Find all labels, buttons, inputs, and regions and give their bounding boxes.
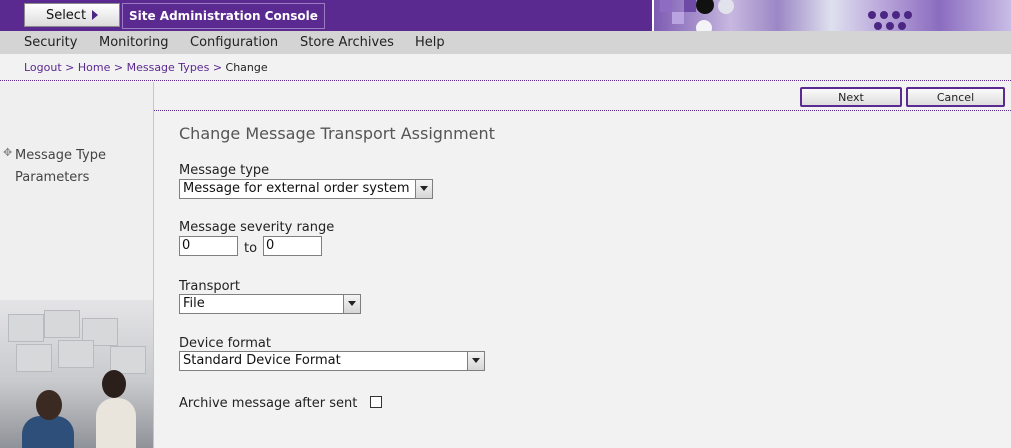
sidebar-photo	[0, 300, 153, 448]
expand-icon: ✥	[3, 146, 13, 159]
message-type-value: Message for external order system	[183, 181, 410, 196]
menu-item-security[interactable]: Security	[24, 35, 77, 50]
transport-value: File	[183, 296, 205, 311]
breadcrumb-current: Change	[225, 61, 268, 74]
device-format-select[interactable]: Standard Device Format	[179, 351, 485, 371]
photo-box	[44, 310, 80, 338]
banner-tile	[684, 0, 696, 12]
device-format-label: Device format	[179, 336, 271, 351]
archive-label: Archive message after sent	[179, 396, 358, 411]
banner-circle	[892, 11, 900, 19]
breadcrumb-separator: >	[65, 61, 75, 74]
banner-circle	[880, 11, 888, 19]
photo-box	[8, 314, 44, 342]
severity-range-label: Message severity range	[179, 220, 335, 235]
menu-item-help[interactable]: Help	[415, 35, 445, 50]
cancel-button[interactable]: Cancel	[906, 87, 1005, 107]
menu-item-configuration[interactable]: Configuration	[190, 35, 278, 50]
archive-checkbox[interactable]	[370, 396, 382, 408]
next-button[interactable]: Next	[800, 87, 902, 107]
transport-select[interactable]: File	[179, 294, 361, 314]
device-format-value: Standard Device Format	[183, 353, 341, 368]
photo-box	[58, 340, 94, 368]
photo-person	[96, 398, 136, 448]
banner-circle	[696, 0, 714, 14]
photo-box	[16, 344, 52, 372]
chevron-down-icon[interactable]	[343, 295, 360, 313]
toolbar-divider	[153, 110, 1011, 111]
breadcrumb-separator: >	[212, 61, 223, 74]
top-banner: Select Site Administration Console	[0, 0, 1011, 31]
breadcrumb: Logout > Home > Message Types > Change	[24, 61, 268, 74]
breadcrumb-divider	[0, 80, 1011, 81]
message-type-label: Message type	[179, 163, 270, 178]
breadcrumb-separator: >	[113, 61, 124, 74]
chevron-down-icon[interactable]	[415, 180, 432, 198]
menu-item-store-archives[interactable]: Store Archives	[300, 35, 394, 50]
triangle-right-icon	[92, 10, 99, 20]
photo-person-head	[102, 370, 126, 398]
banner-tile	[660, 0, 672, 12]
banner-circle	[718, 0, 734, 14]
transport-label: Transport	[179, 279, 241, 294]
banner-circle	[898, 22, 906, 30]
banner-tile	[672, 12, 684, 24]
photo-person	[22, 416, 74, 448]
page-title: Change Message Transport Assignment	[179, 124, 495, 143]
banner-graphic	[652, 0, 1011, 31]
breadcrumb-message-types[interactable]: Message Types	[127, 61, 210, 74]
message-type-select[interactable]: Message for external order system	[179, 179, 433, 199]
chevron-down-icon[interactable]	[467, 352, 484, 370]
select-button[interactable]: Select	[24, 3, 120, 27]
banner-circle	[868, 11, 876, 19]
severity-to-input[interactable]: 0	[263, 236, 322, 256]
menu-bar: Security Monitoring Configuration Store …	[0, 31, 1011, 54]
breadcrumb-logout[interactable]: Logout	[24, 61, 62, 74]
banner-separator	[652, 0, 654, 31]
console-title: Site Administration Console	[122, 3, 325, 29]
breadcrumb-home[interactable]: Home	[78, 61, 110, 74]
banner-circle	[886, 22, 894, 30]
select-button-label: Select	[45, 7, 87, 23]
photo-person-head	[36, 390, 62, 420]
banner-circle	[696, 20, 712, 31]
banner-circle	[904, 11, 912, 19]
severity-from-input[interactable]: 0	[179, 236, 238, 256]
menu-item-monitoring[interactable]: Monitoring	[99, 35, 169, 50]
sidebar-item-parameters[interactable]: Parameters	[15, 170, 89, 185]
severity-to-label: to	[244, 241, 258, 256]
sidebar-item-message-type[interactable]: Message Type	[15, 148, 106, 163]
banner-circle	[874, 22, 882, 30]
